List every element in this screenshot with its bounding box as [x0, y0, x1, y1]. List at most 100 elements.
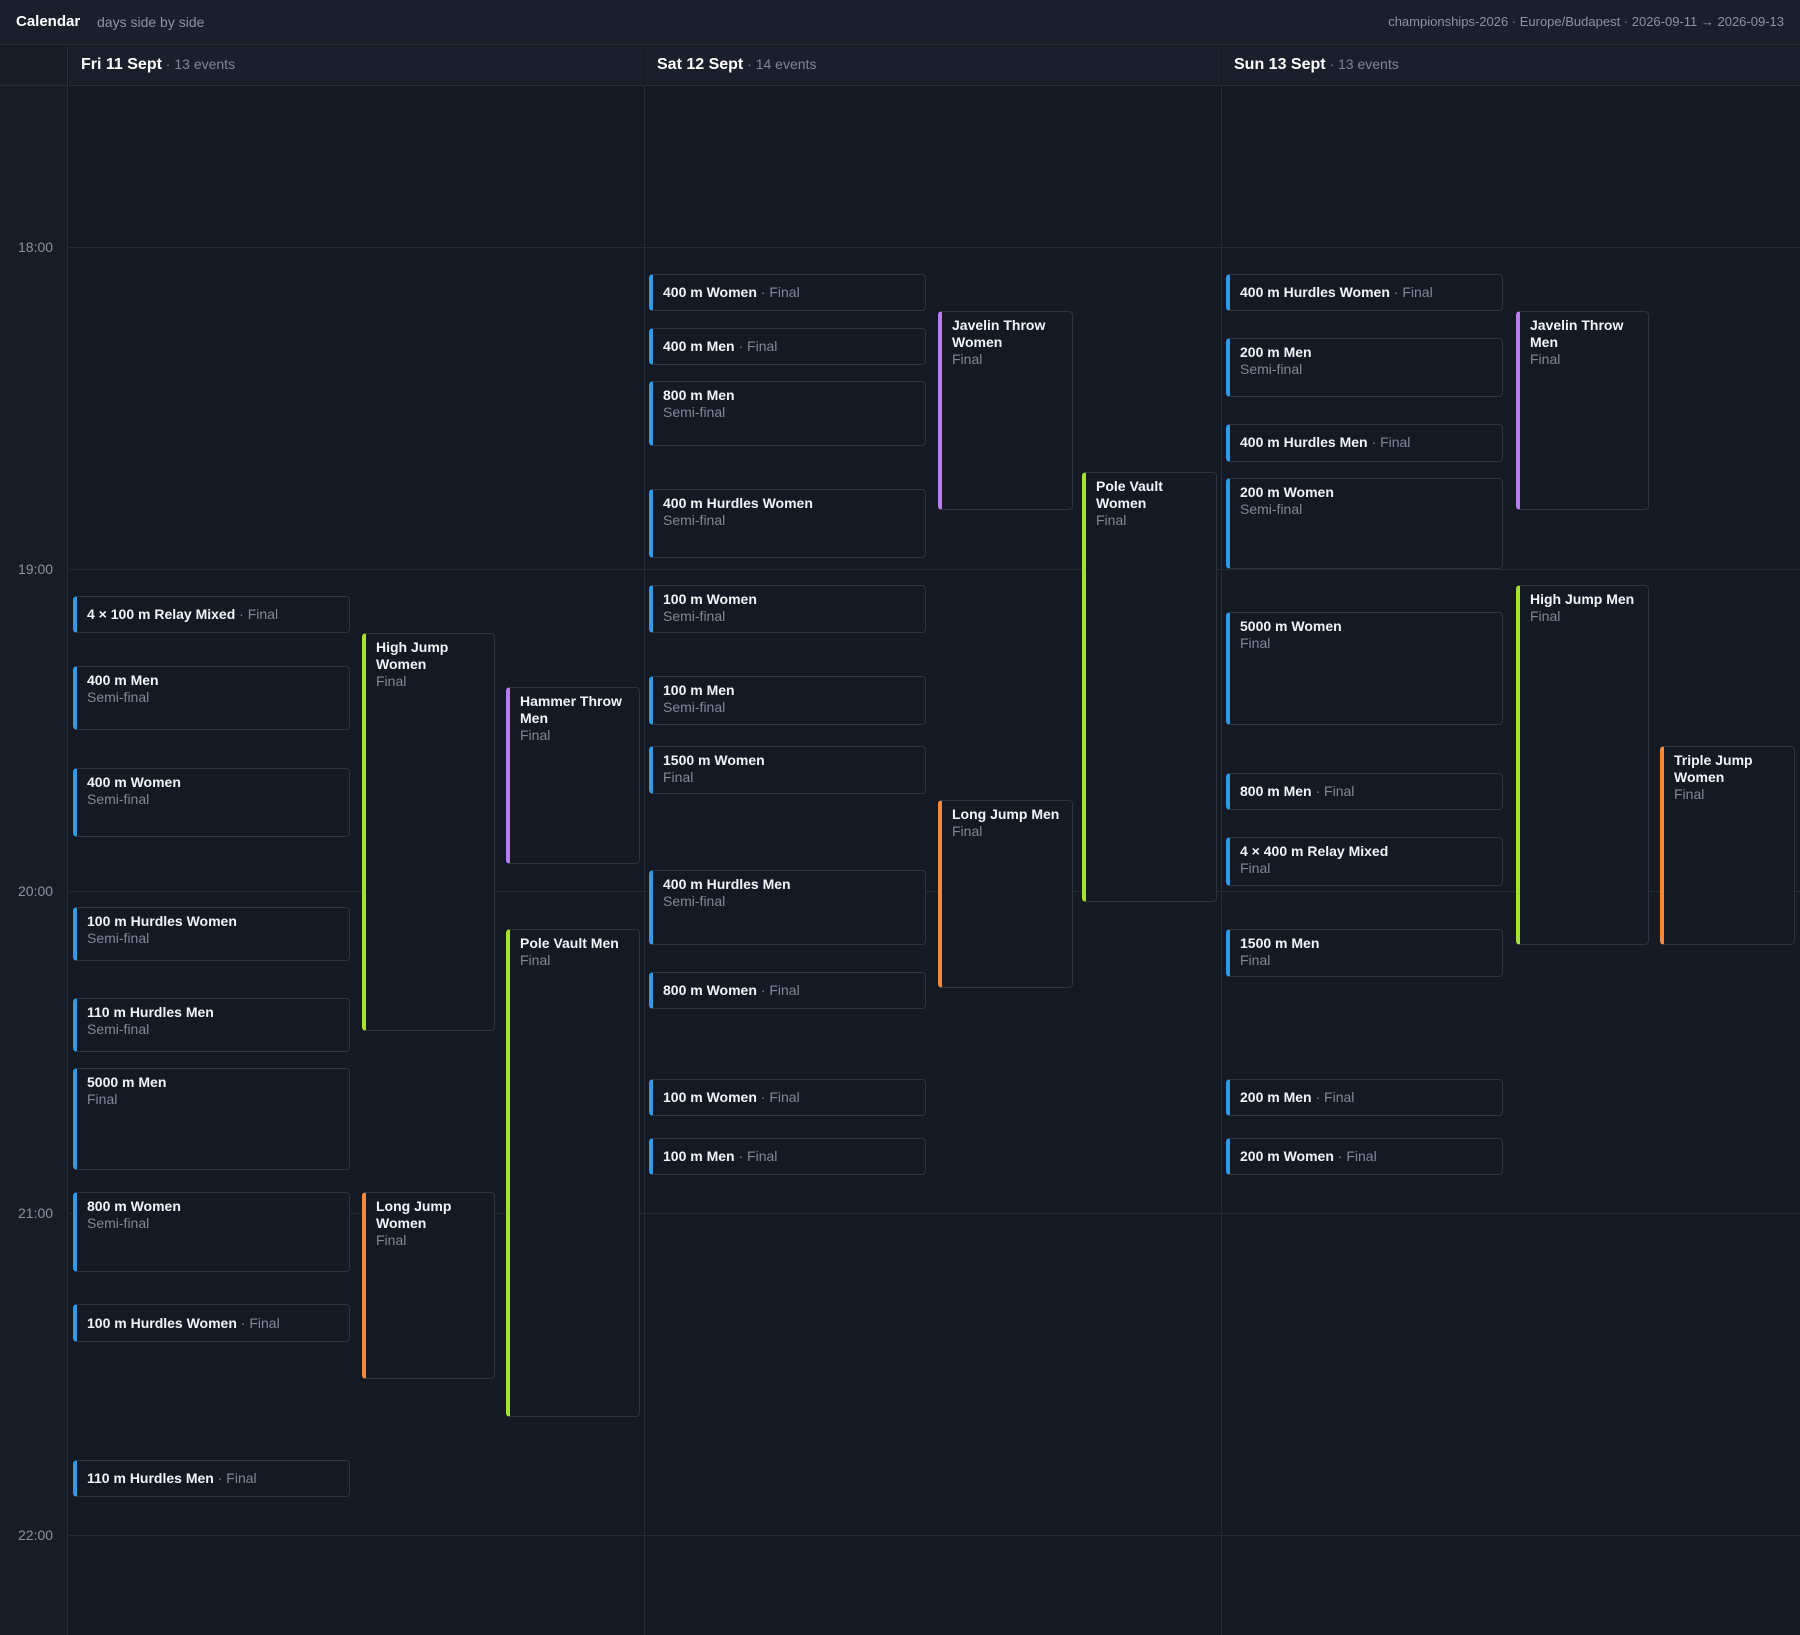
event-card[interactable]: High Jump Men · Final [1516, 585, 1649, 945]
time-gutter-header [0, 46, 68, 86]
separator-dot: · [235, 606, 248, 623]
event-card[interactable]: 4 × 100 m Relay Mixed · Final [73, 595, 350, 634]
event-card[interactable]: 400 m Men · Final [649, 327, 926, 366]
event-stage: Final [1096, 512, 1127, 529]
day-column-sat[interactable]: 400 m Women · Final 400 m Men · Final 800 … [645, 86, 1222, 1635]
event-card[interactable]: 100 m Men · Semi-final [649, 676, 926, 725]
event-title: 100 m Hurdles Women [87, 1314, 237, 1331]
event-card[interactable]: 100 m Hurdles Women · Final [73, 1304, 350, 1342]
event-card[interactable]: 200 m Men · Final [1226, 1078, 1503, 1117]
hour-gridline [69, 569, 644, 570]
event-card[interactable]: 100 m Women · Semi-final [649, 585, 926, 634]
event-card[interactable]: 800 m Women · Final [649, 971, 926, 1010]
event-card[interactable]: Hammer Throw Men · Final [506, 687, 640, 865]
event-card[interactable]: 400 m Hurdles Men · Final [1226, 424, 1503, 462]
day-column-sun[interactable]: 400 m Hurdles Women · Final 200 m Men · S… [1222, 86, 1800, 1635]
event-card[interactable]: 1500 m Women · Final [649, 746, 926, 795]
day-label: Sat 12 Sept [657, 56, 744, 73]
event-card[interactable]: 800 m Women · Semi-final [73, 1191, 350, 1273]
event-card[interactable]: 200 m Men · Semi-final [1226, 338, 1503, 398]
event-title: 400 m Men [87, 671, 159, 688]
hour-gridline [1222, 1535, 1800, 1536]
hour-gridline [1222, 247, 1800, 248]
event-card[interactable]: 800 m Men · Semi-final [649, 381, 926, 446]
event-stage: Final [520, 727, 551, 744]
event-title: 110 m Hurdles Men [87, 1470, 214, 1487]
event-card[interactable]: 400 m Women · Final [649, 273, 926, 312]
event-card[interactable]: 100 m Women · Final [649, 1078, 926, 1117]
hour-gridline [69, 1535, 644, 1536]
hour-gridline [1222, 1213, 1800, 1214]
event-card[interactable]: Javelin Throw Women · Final [938, 311, 1073, 510]
event-card[interactable]: 5000 m Women · Final [1226, 611, 1503, 725]
event-card[interactable]: Pole Vault Women · Final [1082, 472, 1217, 902]
event-stage: Final [1346, 1148, 1377, 1165]
event-stage: Final [663, 769, 694, 786]
event-stage: Final [952, 351, 983, 368]
event-card[interactable]: Long Jump Men · Final [938, 799, 1073, 988]
day-event-count: · 13 events [161, 56, 236, 72]
event-card[interactable]: Triple Jump Women · Final [1660, 746, 1795, 945]
event-card[interactable]: 400 m Hurdles Women · Final [1226, 273, 1503, 312]
event-card[interactable]: 400 m Women · Semi-final [73, 767, 350, 838]
event-stage: Final [769, 1089, 800, 1106]
time-label: 20:00 [18, 883, 54, 899]
event-title: 200 m Women [1240, 483, 1334, 500]
event-title: High Jump Women [376, 639, 449, 673]
event-card[interactable]: Long Jump Women · Final [362, 1191, 495, 1380]
event-card[interactable]: 5000 m Men · Final [73, 1068, 350, 1171]
event-card[interactable]: High Jump Women · Final [362, 633, 495, 1031]
event-stage: Final [1240, 951, 1271, 968]
time-gutter: 18:00 19:00 20:00 21:00 22:00 [0, 86, 68, 1635]
event-card[interactable]: 400 m Hurdles Men · Semi-final [649, 869, 926, 945]
event-title: 5000 m Women [1240, 617, 1342, 634]
day-event-count: · 13 events [1325, 56, 1399, 72]
event-card[interactable]: 100 m Hurdles Women · Semi-final [73, 907, 350, 961]
event-title: Pole Vault Men [520, 934, 619, 951]
separator-dot: · [236, 1314, 250, 1331]
event-stage: Final [952, 822, 983, 839]
day-column-fri[interactable]: 4 × 100 m Relay Mixed · Final 400 m Men ·… [69, 86, 645, 1635]
event-card[interactable]: 110 m Hurdles Men · Final [73, 1459, 350, 1498]
event-card[interactable]: 100 m Men · Final [649, 1137, 926, 1176]
event-card[interactable]: 4 × 400 m Relay Mixed · Final [1226, 837, 1503, 886]
calendar-meta: championships-2026 · Europe/Budapest · 2… [1388, 14, 1784, 29]
event-title: 400 m Hurdles Women [663, 494, 813, 511]
event-title: 4 × 400 m Relay Mixed [1240, 843, 1389, 860]
event-stage: Final [376, 673, 407, 690]
app-subtitle: days side by side [97, 14, 205, 30]
event-title: 100 m Men [663, 1148, 735, 1165]
event-card[interactable]: 400 m Hurdles Women · Semi-final [649, 488, 926, 559]
event-title: 200 m Women [1240, 1148, 1334, 1165]
time-label: 18:00 [18, 239, 54, 255]
event-card[interactable]: 110 m Hurdles Men · Semi-final [73, 998, 350, 1052]
event-title: Triple Jump Women [1674, 752, 1753, 786]
event-card[interactable]: Javelin Throw Men · Final [1516, 311, 1649, 510]
event-title: 5000 m Men [87, 1074, 167, 1091]
event-card[interactable]: 1500 m Men · Final [1226, 928, 1503, 977]
day-header-sat: Sat 12 Sept · 14 events [645, 46, 1221, 86]
event-card[interactable]: 400 m Men · Semi-final [73, 665, 350, 730]
event-stage: Final [226, 1470, 257, 1487]
time-label: 21:00 [18, 1205, 54, 1221]
event-title: 800 m Men [663, 387, 735, 404]
event-card[interactable]: 800 m Men · Final [1226, 772, 1503, 811]
event-stage: Final [1530, 608, 1561, 625]
separator-dot: · [734, 337, 748, 354]
event-stage: Final [747, 1148, 778, 1165]
event-title: Long Jump Women [376, 1197, 452, 1231]
hour-gridline [1222, 569, 1800, 570]
event-stage: Final [1240, 860, 1271, 877]
event-card[interactable]: 200 m Women · Semi-final [1226, 477, 1503, 569]
separator-dot: · [756, 284, 770, 301]
event-card[interactable]: 200 m Women · Final [1226, 1137, 1503, 1176]
top-bar: Calendar days side by side championships… [0, 0, 1800, 45]
event-title: 100 m Women [663, 1089, 757, 1106]
event-card[interactable]: Pole Vault Men · Final [506, 928, 640, 1417]
day-label: Fri 11 Sept [81, 56, 162, 73]
event-stage: Final [1530, 351, 1561, 368]
hour-gridline [645, 247, 1221, 248]
event-stage: Final [747, 337, 778, 354]
separator-dot: · [1333, 1148, 1347, 1165]
event-stage: Semi-final [87, 790, 150, 807]
